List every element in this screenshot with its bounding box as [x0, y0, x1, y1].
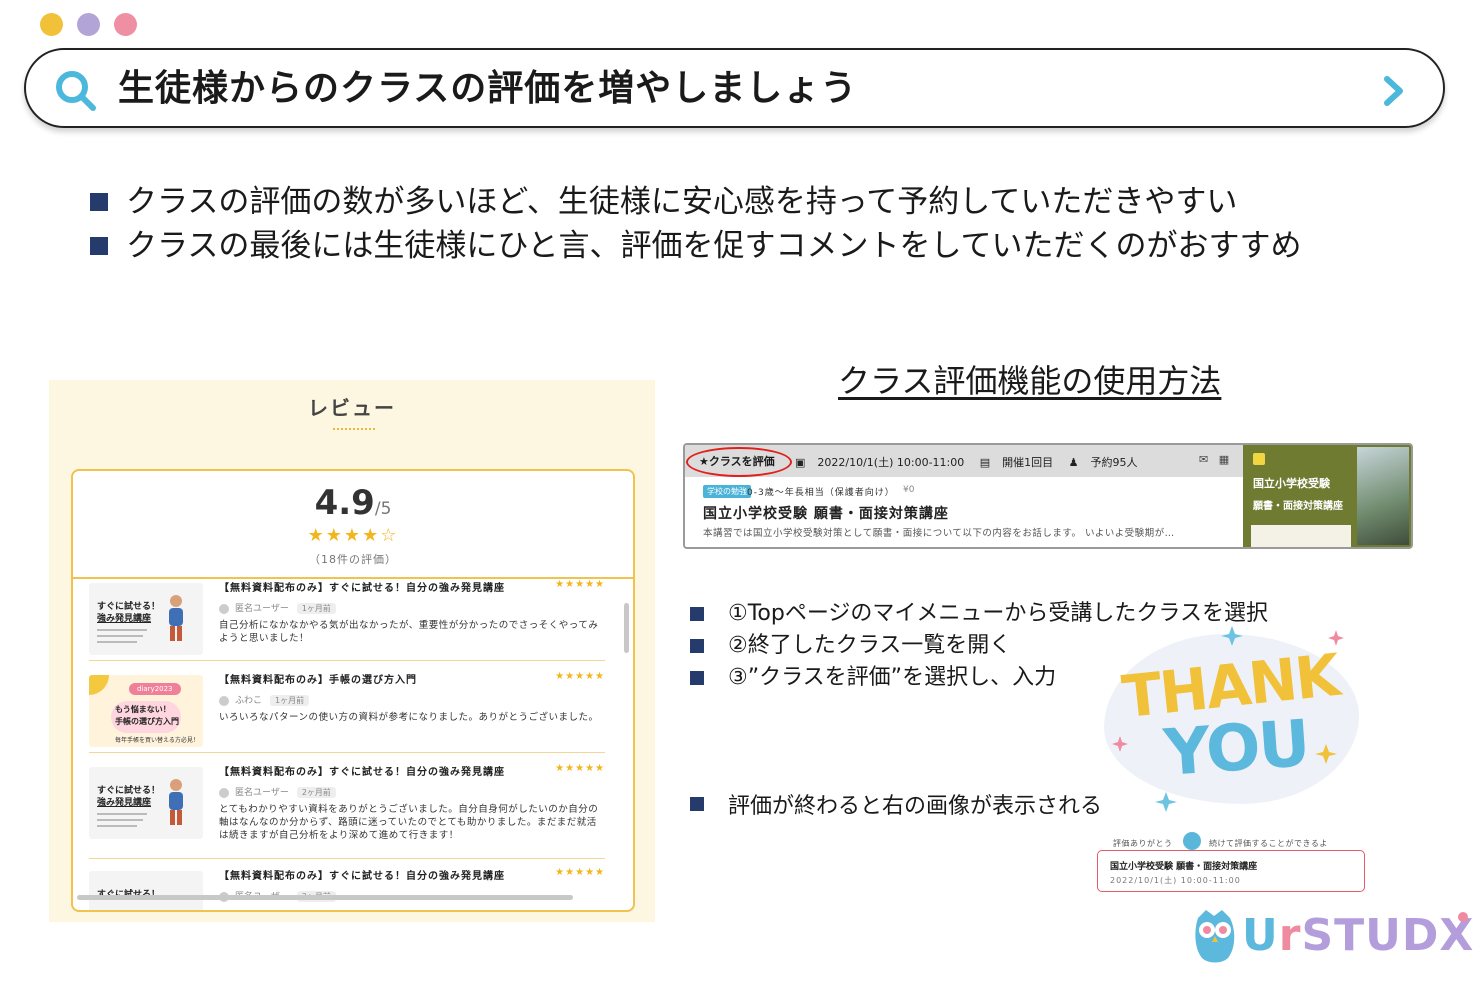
thank-you-illustration: THANK YOU [1104, 624, 1362, 814]
review-course-title[interactable]: 【無料資料配布のみ】すぐに試せる！自分の強み発見講座 [219, 763, 505, 778]
chevron-right-icon[interactable] [1381, 74, 1407, 108]
review-item-stars: ★★★★★ [555, 763, 605, 774]
review-item[interactable]: すぐに試せる！ 【無料資料配布のみ】すぐに試せる！自分の強み発見講座 ★★★★★… [89, 867, 605, 910]
person-illustration-icon [169, 779, 183, 825]
student-photo [1357, 447, 1409, 545]
bullet-square-icon [90, 237, 108, 255]
review-user: ふわこ 1ヶ月前 [219, 693, 310, 706]
class-description: 本講習では国立小学校受験対策として願書・面接について以下の内容をお話します。 い… [703, 528, 1175, 539]
review-item-stars: ★★★★★ [555, 867, 605, 878]
brand-logo: UrSTUDX [1192, 906, 1473, 968]
review-course-title[interactable]: 【無料資料配布のみ】手帳の選び方入門 [219, 671, 417, 686]
review-user: 匿名ユーザー 1ヶ月前 [219, 601, 336, 614]
class-card-meta: ▣ 2022/10/1(土) 10:00-11:00 ▤ 開催1回目 ♟ 予約95人 [795, 456, 1138, 469]
review-body: 自己分析になかなかやる気が出なかったが、重要性が分かったのでさっそくやってみよう… [219, 620, 599, 644]
class-banner-image[interactable]: 国立小学校受験 願書・面接対策講座 [1243, 445, 1411, 547]
class-card[interactable]: ★クラスを評価 ▣ 2022/10/1(土) 10:00-11:00 ▤ 開催1回目… [683, 443, 1413, 549]
class-title[interactable]: 国立小学校受験 願書・面接対策講座 [703, 503, 949, 523]
review-thumbnail[interactable]: diary2023 もう悩まない！ 手帳の選び方入門 毎年手帳を買い替える方必見… [89, 675, 203, 747]
review-panel: レビュー 4.9/5 ★★★★☆ （18件の評価） すぐに試せる！ 強み発見講座… [49, 380, 655, 922]
key-points: クラスの評価の数が多いほど、生徒様に安心感を持って予約していただきやすい クラス… [90, 180, 1302, 268]
paper-illustration [1251, 525, 1351, 547]
target-age: 0-3歳～年長相当（保護者向け） [747, 488, 895, 498]
window-dot-pink [114, 13, 137, 36]
rated-class-item[interactable]: 国立小学校受験 願書・面接対策講座 2022/10/1(土) 10:00-11:… [1097, 850, 1365, 892]
user-avatar-icon [219, 787, 229, 798]
page-title: 生徒様からのクラスの評価を増やしましょう [118, 68, 858, 109]
review-item[interactable]: すぐに試せる！ 強み発見講座 【無料資料配布のみ】すぐに試せる！自分の強み発見講… [89, 579, 605, 661]
review-thumbnail[interactable]: すぐに試せる！ 強み発見講座 [89, 767, 203, 839]
bullet-square-icon [690, 607, 704, 621]
brand-wordmark: UrSTUDX [1242, 910, 1475, 961]
title-search-bar[interactable]: 生徒様からのクラスの評価を増やしましょう [24, 48, 1445, 128]
review-score-max: /5 [374, 499, 392, 519]
owl-mascot-icon [1183, 832, 1201, 850]
review-body: いろいろなパターンの使い方の資料が参考になりました。ありがとうございました。 [219, 712, 599, 723]
school-logo-icon [1253, 453, 1265, 465]
bullet-square-icon [90, 193, 108, 211]
review-item[interactable]: すぐに試せる！ 強み発見講座 【無料資料配布のみ】すぐに試せる！自分の強み発見講… [89, 763, 605, 859]
calendar-icon: ▣ [795, 456, 806, 469]
image-icon[interactable]: ▦ [1219, 453, 1229, 466]
highlight-oval [686, 447, 792, 477]
session-icon: ▤ [979, 456, 991, 469]
key-point: クラスの評価の数が多いほど、生徒様に安心感を持って予約していただきやすい [90, 180, 1302, 224]
review-stars: ★★★★☆ [307, 525, 399, 546]
howto-title: クラス評価機能の使用方法 [838, 362, 1222, 400]
review-score-value: 4.9 [314, 483, 375, 523]
window-dot-purple [77, 13, 100, 36]
key-point: クラスの最後には生徒様にひと言、評価を促すコメントをしていただくのがおすすめ [90, 224, 1302, 268]
class-price: ¥0 [903, 485, 915, 495]
category-tag: 学校の勉強 [703, 485, 751, 498]
person-illustration-icon [169, 595, 183, 641]
review-thumbnail[interactable]: すぐに試せる！ [89, 871, 203, 910]
review-item-stars: ★★★★★ [555, 579, 605, 590]
you-text: YOU [1161, 707, 1311, 791]
review-item-stars: ★★★★★ [555, 671, 605, 682]
review-vertical-scrollbar[interactable] [624, 603, 629, 653]
review-count: （18件の評価） [309, 553, 397, 566]
review-thumbnail[interactable]: すぐに試せる！ 強み発見講座 [89, 583, 203, 655]
people-icon: ♟ [1068, 456, 1079, 469]
window-dot-yellow [40, 13, 63, 36]
review-user: 匿名ユーザー2ヶ月前 [219, 785, 336, 798]
user-avatar-icon [219, 603, 229, 614]
rating-complete-card: 評価ありがとう 続けて評価することができるよ 国立小学校受験 願書・面接対策講座… [1097, 832, 1367, 894]
class-card-actions: ✉ ▦ [1199, 453, 1229, 466]
owl-logo-icon [1195, 910, 1235, 963]
review-body: とてもわかりやすい資料をありがとうございました。自分自身何がしたいのか自分の軸は… [219, 804, 599, 841]
review-list[interactable]: すぐに試せる！ 強み発見講座 【無料資料配布のみ】すぐに試せる！自分の強み発見講… [73, 579, 633, 910]
brand-dot [1458, 912, 1468, 922]
review-title-underline [333, 428, 375, 430]
mail-icon[interactable]: ✉ [1199, 453, 1208, 466]
search-icon [56, 71, 96, 111]
review-card: 4.9/5 ★★★★☆ （18件の評価） すぐに試せる！ 強み発見講座 【無料資… [71, 469, 635, 912]
user-avatar-icon [219, 695, 229, 706]
review-horizontal-scrollbar[interactable] [77, 895, 573, 900]
howto-after-note: 評価が終わると右の画像が表示される [690, 788, 1102, 820]
bullet-square-icon [690, 797, 704, 811]
bullet-square-icon [690, 639, 704, 653]
review-title: レビュー [308, 396, 396, 420]
review-course-title[interactable]: 【無料資料配布のみ】すぐに試せる！自分の強み発見講座 [219, 579, 505, 594]
review-course-title[interactable]: 【無料資料配布のみ】すぐに試せる！自分の強み発見講座 [219, 867, 505, 882]
review-score: 4.9/5 [73, 483, 633, 523]
bullet-square-icon [690, 671, 704, 685]
review-item[interactable]: diary2023 もう悩まない！ 手帳の選び方入門 毎年手帳を買い替える方必見… [89, 671, 605, 753]
